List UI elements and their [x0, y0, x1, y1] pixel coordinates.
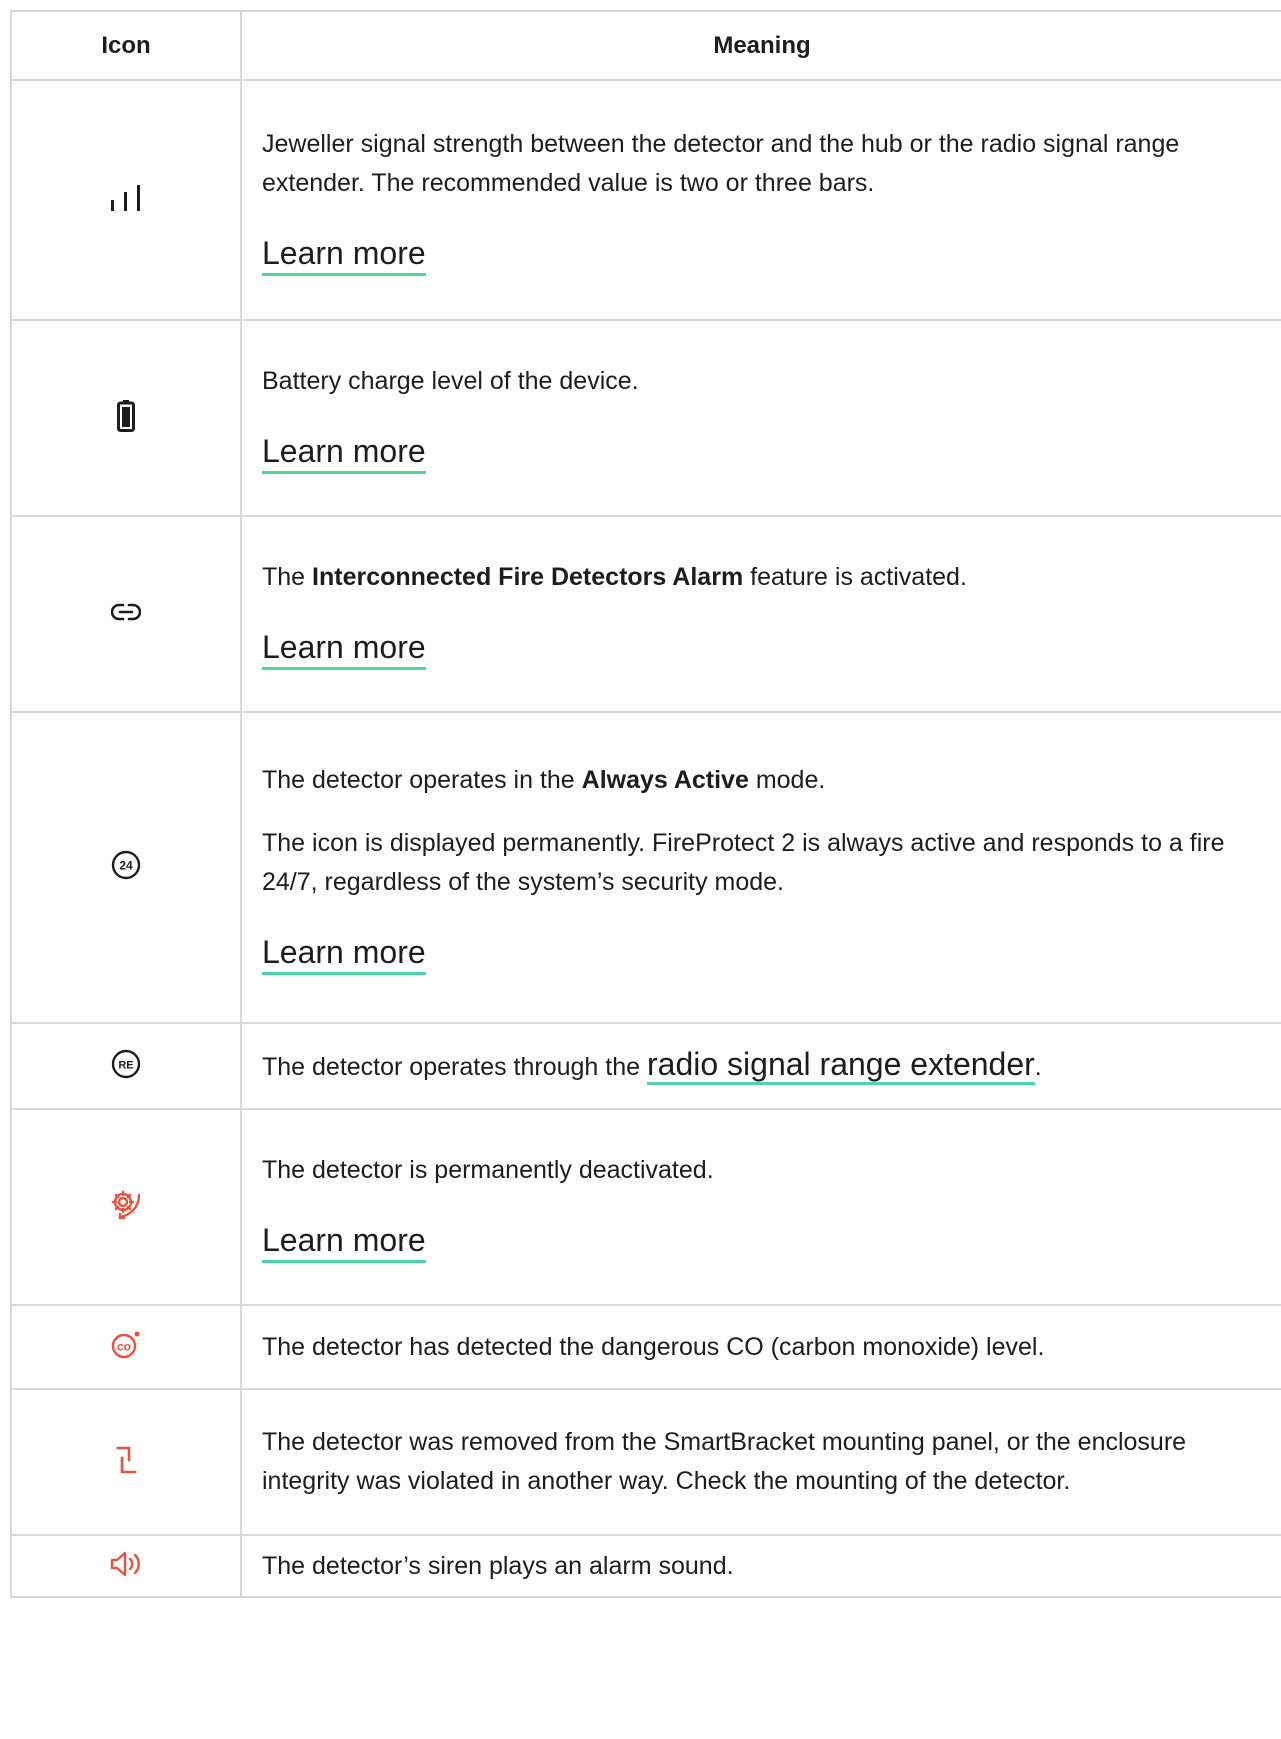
signal-strength-icon: [109, 184, 143, 211]
table-row: The Interconnected Fire Detectors Alarm …: [10, 515, 1281, 713]
text-suffix: feature is activated.: [743, 563, 967, 591]
table-row: co The detector has detected the dangero…: [10, 1304, 1281, 1390]
text-prefix: The detector operates through the: [262, 1053, 647, 1081]
feature-name: Interconnected Fire Detectors Alarm: [312, 563, 744, 591]
deactivated-gear-icon: [110, 1189, 142, 1221]
row-description: The detector is permanently deactivated.: [262, 1156, 714, 1184]
learn-more-link[interactable]: Learn more: [262, 627, 426, 670]
table-row: The detector’s siren plays an alarm soun…: [10, 1534, 1281, 1598]
learn-more-link[interactable]: Learn more: [262, 431, 426, 474]
text-suffix: .: [1034, 1053, 1042, 1081]
header-meaning: Meaning: [240, 10, 1281, 81]
always-active-24-icon: 24: [111, 850, 141, 880]
row-description-detail: The icon is displayed permanently. FireP…: [262, 828, 1225, 896]
text-prefix: The: [262, 563, 313, 591]
mode-name: Always Active: [581, 765, 749, 794]
svg-text:RE: RE: [118, 1059, 133, 1071]
text-suffix: mode.: [748, 765, 826, 794]
header-icon: Icon: [10, 10, 242, 81]
table-row: Battery charge level of the device. Lear…: [10, 319, 1281, 517]
learn-more-link[interactable]: Learn more: [262, 233, 426, 276]
text-prefix: The detector operates in the: [262, 765, 582, 794]
page: Icon Meaning Jeweller signal strength be…: [0, 0, 1281, 1739]
table-row: The detector was removed from the SmartB…: [10, 1388, 1281, 1536]
table-row: RE The detector operates through the rad…: [10, 1022, 1281, 1110]
row-description: Jeweller signal strength between the det…: [262, 129, 1180, 197]
range-extender-re-icon: RE: [111, 1049, 141, 1079]
row-description: Battery charge level of the device.: [262, 367, 639, 395]
row-description: The detector has detected the dangerous …: [262, 1332, 1045, 1361]
range-extender-link[interactable]: radio signal range extender: [646, 1046, 1035, 1085]
row-description: The detector was removed from the SmartB…: [262, 1428, 1187, 1495]
row-description: The detector’s siren plays an alarm soun…: [262, 1551, 734, 1580]
row-description: The Interconnected Fire Detectors Alarm …: [262, 558, 1244, 597]
row-description: The detector operates in the Always Acti…: [262, 761, 1244, 800]
link-icon: [111, 602, 141, 622]
table-row: The detector is permanently deactivated.…: [10, 1108, 1281, 1306]
co-alarm-icon: co: [110, 1330, 142, 1360]
battery-icon: [117, 399, 135, 432]
learn-more-link[interactable]: Learn more: [262, 1220, 426, 1263]
svg-text:24: 24: [119, 859, 133, 873]
table-row: Jeweller signal strength between the det…: [10, 79, 1281, 321]
icon-meaning-table: Icon Meaning Jeweller signal strength be…: [10, 10, 1281, 1598]
siren-speaker-icon: [109, 1550, 143, 1578]
row-description: The detector operates through the radio …: [262, 1045, 1244, 1087]
learn-more-link[interactable]: Learn more: [262, 932, 426, 975]
table-header-row: Icon Meaning: [10, 10, 1281, 81]
svg-text:co: co: [117, 1339, 131, 1353]
table-row: 24 The detector operates in the Always A…: [10, 711, 1281, 1024]
tamper-icon: [115, 1444, 137, 1476]
